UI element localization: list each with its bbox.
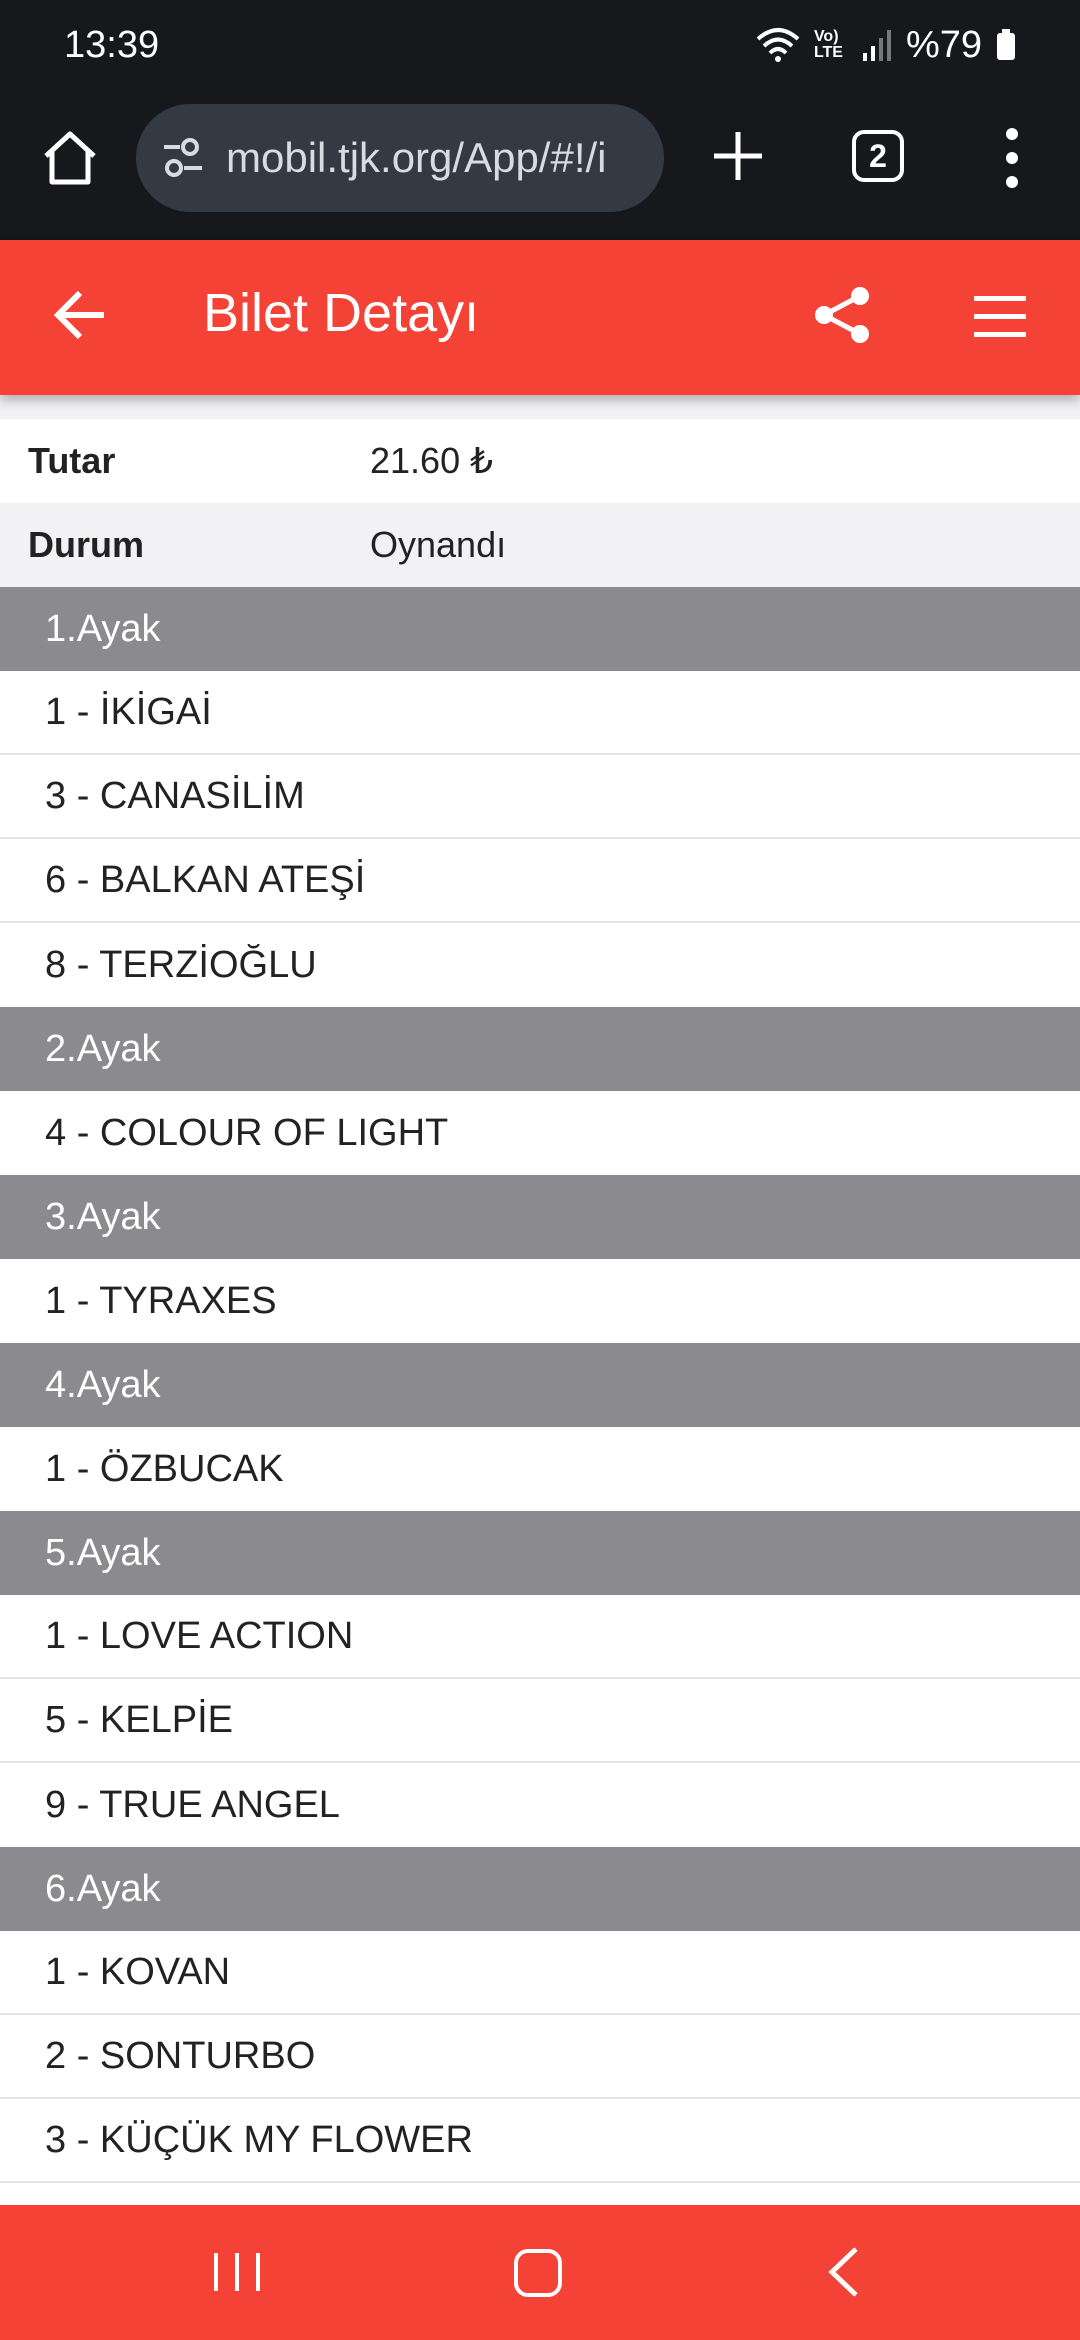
home-icon[interactable] <box>38 126 102 190</box>
browser-toolbar: mobil.tjk.org/App/#!/i 2 <box>0 90 1080 240</box>
nav-back-icon[interactable] <box>820 2243 868 2301</box>
info-value: 21.60 ₺ <box>370 440 493 481</box>
address-bar[interactable]: mobil.tjk.org/App/#!/i <box>136 104 664 212</box>
battery-percent: %79 <box>905 23 982 66</box>
signal-icon <box>862 30 891 61</box>
ticket-detail-content: Tutar 21.60 ₺ Durum Oynandı 1.Ayak 1 - İ… <box>0 395 1080 2205</box>
info-label: Tutar <box>28 440 116 481</box>
battery-icon <box>997 29 1015 60</box>
info-row-status: Durum Oynandı <box>0 503 1080 587</box>
leg-header: 6.Ayak <box>0 1847 1080 1931</box>
horse-row: 4 - COLOUR OF LIGHT <box>0 1091 1080 1175</box>
status-bar: 13:39 Vo) LTE %79 <box>0 0 1080 90</box>
horse-row: 1 - LOVE ACTION <box>0 1595 1080 1679</box>
horse-row: 8 - TERZİOĞLU <box>0 923 1080 1007</box>
tab-switcher-button[interactable]: 2 <box>852 130 904 182</box>
screen: 13:39 Vo) LTE %79 mobil.tjk.org/App/#!/i… <box>0 0 1080 2340</box>
tune-icon[interactable] <box>158 133 208 183</box>
leg-header: 1.Ayak <box>0 587 1080 671</box>
horse-row: 9 - TRUE ANGEL <box>0 1763 1080 1847</box>
page-title: Bilet Detayı <box>203 283 480 343</box>
horse-row: 5 - KELPİE <box>0 1679 1080 1763</box>
leg-header: 4.Ayak <box>0 1343 1080 1427</box>
horse-row: 1 - ÖZBUCAK <box>0 1427 1080 1511</box>
more-vert-icon[interactable] <box>994 120 1030 196</box>
status-icons: Vo) LTE %79 <box>756 24 1016 67</box>
horse-row: 1 - İKİGAİ <box>0 671 1080 755</box>
nav-home-icon[interactable] <box>510 2245 566 2301</box>
hamburger-menu-icon[interactable] <box>970 288 1032 350</box>
app-header: Bilet Detayı <box>0 240 1080 395</box>
info-label: Durum <box>28 524 144 565</box>
horse-row: 6 - BALKAN ATEŞİ <box>0 839 1080 923</box>
horse-row: 1 - KOVAN <box>0 1931 1080 2015</box>
info-row-amount: Tutar 21.60 ₺ <box>0 419 1080 503</box>
leg-header: 5.Ayak <box>0 1511 1080 1595</box>
horse-row: 2 - SONTURBO <box>0 2015 1080 2099</box>
arrow-back-icon[interactable] <box>50 284 112 346</box>
horse-row: 3 - CANASİLİM <box>0 755 1080 839</box>
leg-header: 3.Ayak <box>0 1175 1080 1259</box>
lte-label: Vo) LTE <box>813 28 843 61</box>
horse-row: 3 - KÜÇÜK MY FLOWER <box>0 2099 1080 2183</box>
recents-icon[interactable] <box>210 2245 264 2299</box>
leg-header: 2.Ayak <box>0 1007 1080 1091</box>
url-text[interactable]: mobil.tjk.org/App/#!/i <box>226 134 607 182</box>
wifi-icon <box>756 28 800 62</box>
horse-row: 1 - TYRAXES <box>0 1259 1080 1343</box>
status-time: 13:39 <box>64 23 160 66</box>
share-icon[interactable] <box>812 284 874 346</box>
info-value: Oynandı <box>370 524 507 565</box>
partial-row <box>0 395 1080 419</box>
system-nav-bar <box>0 2205 1080 2340</box>
plus-icon[interactable] <box>706 124 770 188</box>
